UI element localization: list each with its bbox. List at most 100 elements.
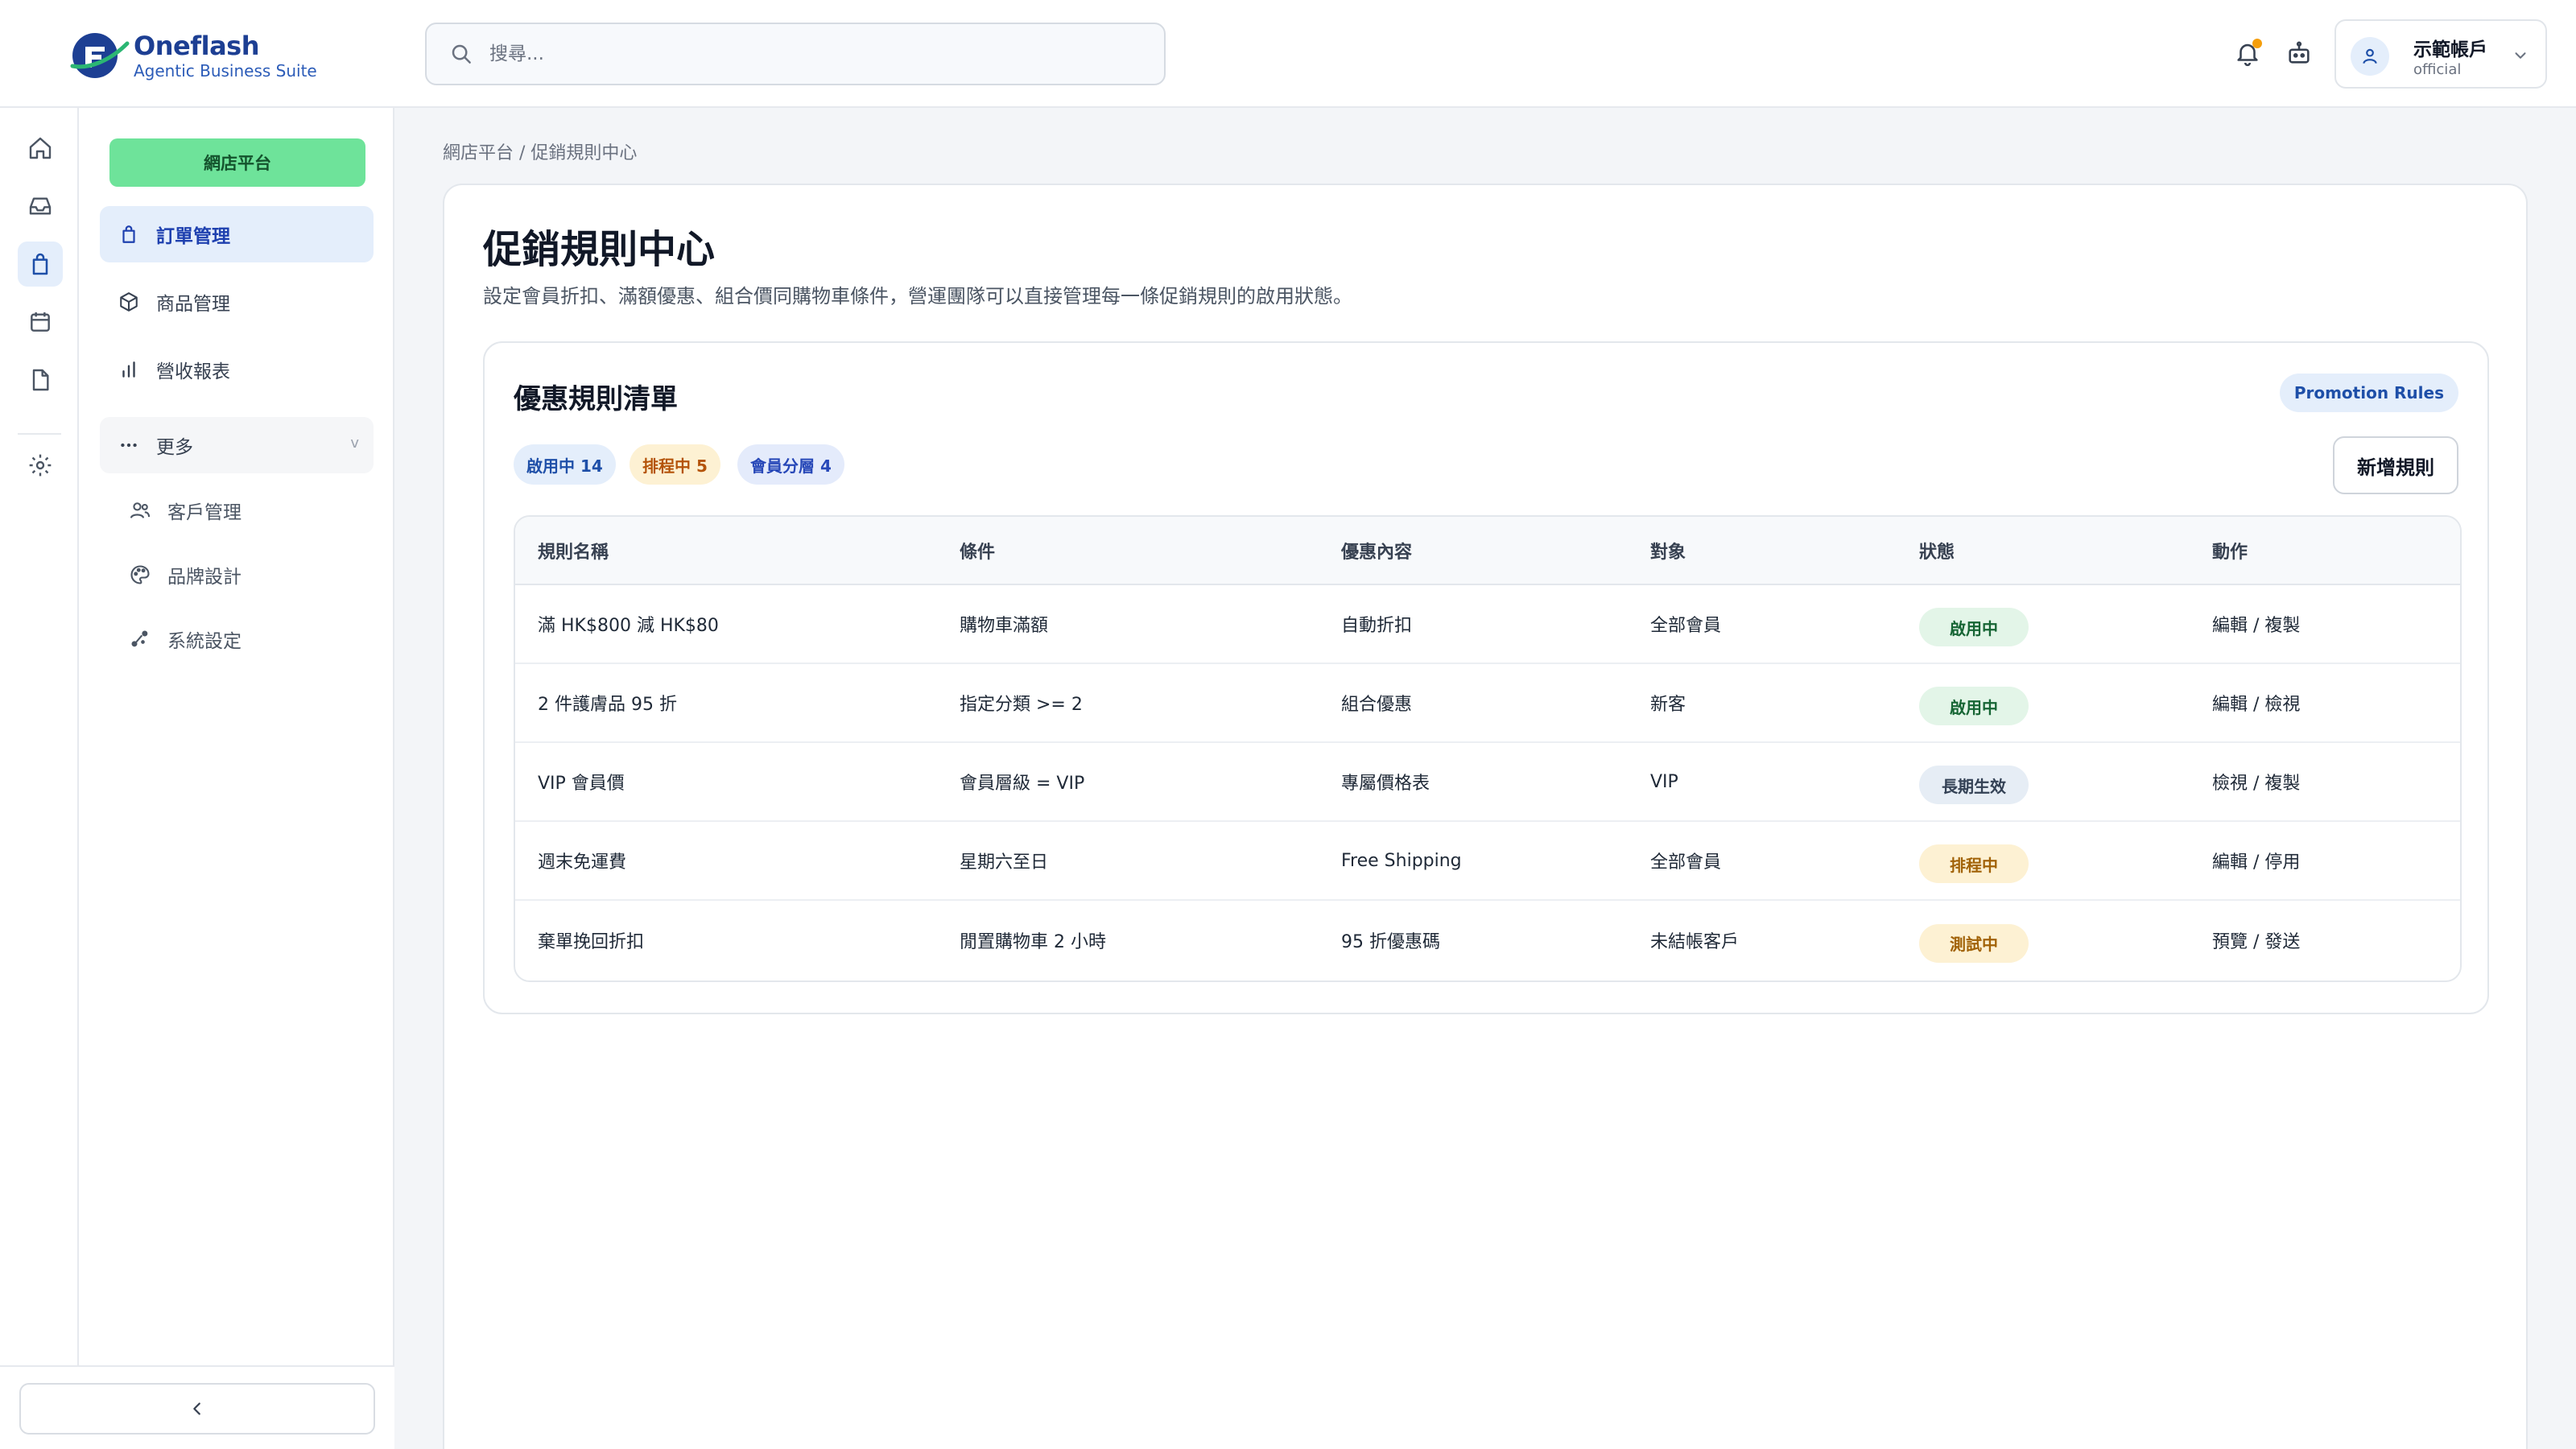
table-row[interactable]: 棄單挽回折扣 閒置購物車 2 小時 95 折優惠碼 未結帳客戶 測試中 預覽 /… (515, 899, 2460, 979)
rule-status-cell: 長期生效 (1897, 741, 2190, 821)
sidebar-subitem-settings[interactable]: 系統設定 (127, 617, 369, 662)
rule-condition: 星期六至日 (937, 820, 1319, 900)
table-row[interactable]: 週末免運費 星期六至日 Free Shipping 全部會員 排程中 編輯 / … (515, 820, 2460, 900)
bar-chart-icon (116, 357, 142, 382)
rule-benefit: 自動折扣 (1341, 616, 1413, 636)
table-row[interactable]: VIP 會員價 會員層級 = VIP 專屬價格表 VIP 長期生效 檢視 / 複… (515, 741, 2460, 821)
box-icon (116, 289, 142, 315)
sidebar-item-label: 更多 (156, 437, 193, 458)
member-tier-count-pill[interactable]: 會員分層 4 (737, 444, 844, 485)
icon-rail (0, 0, 79, 1449)
column-header-status[interactable]: 狀態 (1897, 517, 2190, 585)
rule-actions[interactable]: 檢視 / 複製 (2190, 741, 2460, 821)
robot-icon (2285, 39, 2313, 67)
rule-status-cell: 排程中 (1897, 820, 2190, 900)
brand-name: Oneflash (134, 31, 260, 61)
sidebar-subitem-brand[interactable]: 品牌設計 (127, 552, 369, 597)
sidebar: 網店平台 訂單管理 商品管理 營收報表 更多 v 客戶管理 品牌設計 系統設定 (79, 0, 394, 1449)
rule-target: 未結帳客戶 (1628, 899, 1897, 979)
column-header-condition[interactable]: 條件 (937, 517, 1319, 585)
rule-actions[interactable]: 編輯 / 停用 (2190, 820, 2460, 900)
column-header-action[interactable]: 動作 (2190, 517, 2460, 585)
brand-header: Oneflash Agentic Business Suite (0, 0, 394, 108)
notification-dot (2252, 39, 2262, 48)
top-bar: 示範帳戶 official (394, 0, 2576, 108)
search-input[interactable] (489, 43, 1133, 64)
column-header-target[interactable]: 對象 (1628, 517, 1897, 585)
sidebar-item-revenue[interactable]: 營收報表 (100, 341, 374, 398)
rule-condition: 會員層級 = VIP (937, 741, 1319, 821)
palette-icon (127, 562, 153, 588)
scheduled-count-pill[interactable]: 排程中 5 (630, 444, 720, 485)
search-box[interactable] (425, 23, 1166, 85)
shopping-bag-icon[interactable] (18, 242, 63, 287)
breadcrumb: 網店平台 / 促銷規則中心 (443, 143, 638, 163)
rule-target: VIP (1628, 741, 1897, 821)
promotion-rules-tag: Promotion Rules (2279, 374, 2458, 412)
page-title: 促銷規則中心 (483, 227, 716, 272)
table-row[interactable]: 滿 HK$800 減 HK$80 購物車滿額 自動折扣 全部會員 啟用中 編輯 … (515, 584, 2460, 663)
rule-status-cell: 測試中 (1897, 899, 2190, 979)
status-badge: 長期生效 (1919, 766, 2029, 804)
rule-name: 棄單挽回折扣 (515, 899, 937, 979)
sidebar-subitem-customers[interactable]: 客戶管理 (127, 488, 369, 533)
home-icon[interactable] (18, 126, 63, 171)
calendar-icon[interactable] (18, 299, 63, 345)
rail-divider (18, 433, 61, 435)
rule-actions[interactable]: 編輯 / 檢視 (2190, 663, 2460, 742)
sidebar-item-label: 客戶管理 (167, 502, 242, 523)
users-icon (127, 497, 153, 523)
assistant-bot-button[interactable] (2280, 34, 2318, 72)
sidebar-item-label: 品牌設計 (167, 567, 242, 588)
rule-target: 新客 (1628, 663, 1897, 742)
rule-condition: 指定分類 >= 2 (937, 663, 1319, 742)
page-description: 設定會員折扣、滿額優惠、組合價同購物車條件，營運團隊可以直接管理每一條促銷規則的… (483, 285, 1352, 308)
oneflash-logo-icon (69, 29, 130, 82)
account-role: official (2413, 61, 2462, 78)
rules-title: 優惠規則清單 (514, 383, 678, 415)
page-card: 促銷規則中心 設定會員折扣、滿額優惠、組合價同購物車條件，營運團隊可以直接管理每… (443, 184, 2528, 1449)
more-dots-icon (116, 432, 142, 458)
rule-name: 滿 HK$800 減 HK$80 (538, 616, 719, 636)
rule-name: VIP 會員價 (515, 741, 937, 821)
add-rule-button[interactable]: 新增規則 (2333, 436, 2458, 494)
brand-tagline: Agentic Business Suite (134, 61, 317, 80)
avatar (2351, 37, 2389, 76)
status-badge: 排程中 (1919, 844, 2029, 883)
rule-benefit: 專屬價格表 (1319, 741, 1628, 821)
sidebar-item-products[interactable]: 商品管理 (100, 274, 374, 330)
sidebar-item-label: 營收報表 (156, 361, 230, 382)
rule-condition: 購物車滿額 (960, 616, 1049, 636)
table-header-row: 規則名稱 條件 優惠內容 對象 狀態 動作 (515, 517, 2460, 585)
chevron-down-icon: v (350, 435, 359, 452)
notification-button[interactable] (2228, 34, 2267, 72)
search-icon (449, 42, 473, 66)
sidebar-item-more[interactable]: 更多 v (100, 417, 374, 473)
rule-benefit: 組合優惠 (1319, 663, 1628, 742)
column-header-benefit[interactable]: 優惠內容 (1319, 517, 1628, 585)
rules-card: 優惠規則清單 Promotion Rules 啟用中 14 排程中 5 會員分層… (483, 341, 2489, 1014)
status-badge: 啟用中 (1919, 608, 2029, 646)
rule-actions[interactable]: 編輯 / 複製 (2190, 584, 2460, 663)
column-header-name[interactable]: 規則名稱 (515, 517, 937, 585)
sidebar-item-label: 商品管理 (156, 294, 230, 315)
file-icon[interactable] (18, 357, 63, 402)
inbox-icon[interactable] (18, 184, 63, 229)
platform-button[interactable]: 網店平台 (109, 138, 365, 187)
collapse-sidebar-button[interactable] (19, 1383, 375, 1435)
rule-benefit: Free Shipping (1319, 820, 1628, 900)
rule-status-cell: 啟用中 (1897, 584, 2190, 663)
rule-target: 全部會員 (1650, 616, 1722, 636)
sidebar-item-label: 訂單管理 (156, 226, 230, 247)
rule-benefit: 95 折優惠碼 (1319, 899, 1628, 979)
status-badge: 啟用中 (1919, 687, 2029, 725)
rule-actions[interactable]: 預覽 / 發送 (2190, 899, 2460, 979)
active-count-pill[interactable]: 啟用中 14 (514, 444, 616, 485)
account-menu[interactable]: 示範帳戶 official (2334, 19, 2547, 89)
sidebar-footer (0, 1365, 394, 1449)
sidebar-item-orders[interactable]: 訂單管理 (100, 206, 374, 262)
gear-icon[interactable] (18, 443, 63, 488)
sidebar-item-label: 系統設定 (167, 631, 242, 652)
rules-table: 規則名稱 條件 優惠內容 對象 狀態 動作 滿 HK$800 減 HK$80 購… (514, 515, 2462, 982)
table-row[interactable]: 2 件護膚品 95 折 指定分類 >= 2 組合優惠 新客 啟用中 編輯 / 檢… (515, 663, 2460, 742)
